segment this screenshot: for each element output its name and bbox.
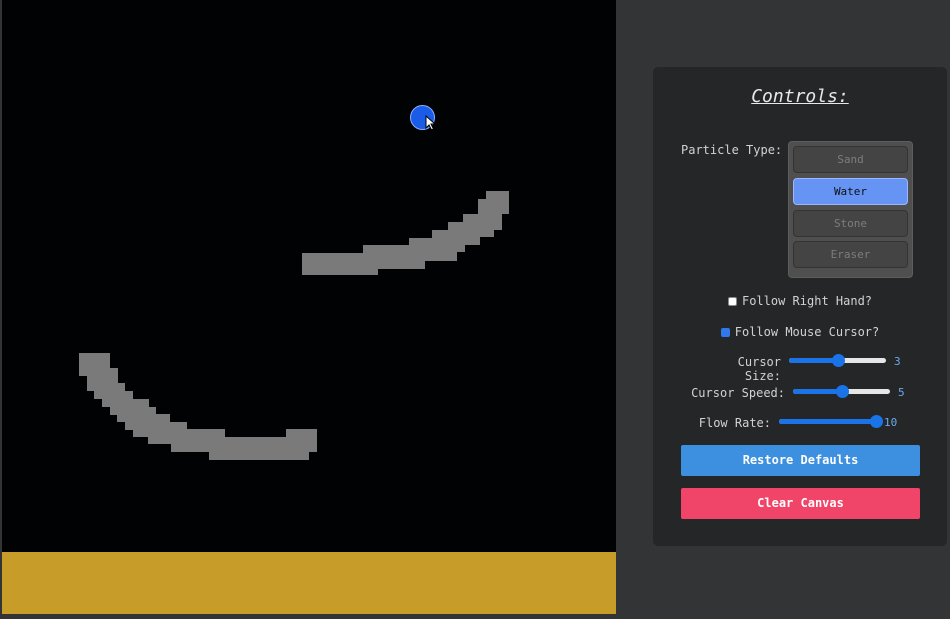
follow-right-hand-label: Follow Right Hand? xyxy=(741,294,873,308)
cursor-size-slider-fill xyxy=(789,358,838,363)
flow-rate-value: 10 xyxy=(884,416,898,429)
cursor-size-label: Cursor Size: xyxy=(737,355,781,383)
particle-option-eraser[interactable]: Eraser xyxy=(793,241,908,268)
stone-particle xyxy=(286,429,317,452)
particle-type-list[interactable]: Sand Water Stone Eraser xyxy=(788,141,913,278)
flow-rate-label: Flow Rate: xyxy=(698,416,771,430)
sand-layer xyxy=(2,552,616,614)
cursor-speed-slider[interactable] xyxy=(793,385,890,398)
restore-defaults-button[interactable]: Restore Defaults xyxy=(681,445,920,476)
follow-right-hand-row: Follow Right Hand? xyxy=(653,294,947,308)
mouse-pointer-icon xyxy=(425,115,436,131)
stone-particle xyxy=(486,191,509,214)
flow-rate-slider-fill xyxy=(779,419,876,424)
particle-option-stone[interactable]: Stone xyxy=(793,210,908,237)
cursor-speed-label: Cursor Speed: xyxy=(691,386,785,400)
clear-canvas-button[interactable]: Clear Canvas xyxy=(681,488,920,519)
follow-mouse-cursor-row: Follow Mouse Cursor? xyxy=(653,325,947,339)
cursor-size-slider-thumb[interactable] xyxy=(832,354,845,367)
follow-mouse-cursor-label: Follow Mouse Cursor? xyxy=(734,325,880,339)
flow-rate-slider-thumb[interactable] xyxy=(870,415,883,428)
controls-title: Controls: xyxy=(751,86,849,107)
cursor-speed-value: 5 xyxy=(898,386,905,399)
particle-type-label: Particle Type: xyxy=(681,143,783,157)
cursor-speed-slider-thumb[interactable] xyxy=(836,385,849,398)
cursor-speed-slider-fill xyxy=(793,389,842,394)
follow-right-hand-checkbox[interactable] xyxy=(727,297,737,306)
follow-mouse-cursor-checkbox[interactable] xyxy=(720,328,730,337)
cursor-size-slider[interactable] xyxy=(789,354,886,367)
cursor-size-value: 3 xyxy=(894,355,901,368)
particle-option-water[interactable]: Water xyxy=(793,178,908,205)
simulation-canvas[interactable] xyxy=(2,0,616,614)
particle-option-sand[interactable]: Sand xyxy=(793,146,908,173)
flow-rate-slider[interactable] xyxy=(779,415,883,428)
controls-panel: Controls: Particle Type: Sand Water Ston… xyxy=(653,67,947,546)
